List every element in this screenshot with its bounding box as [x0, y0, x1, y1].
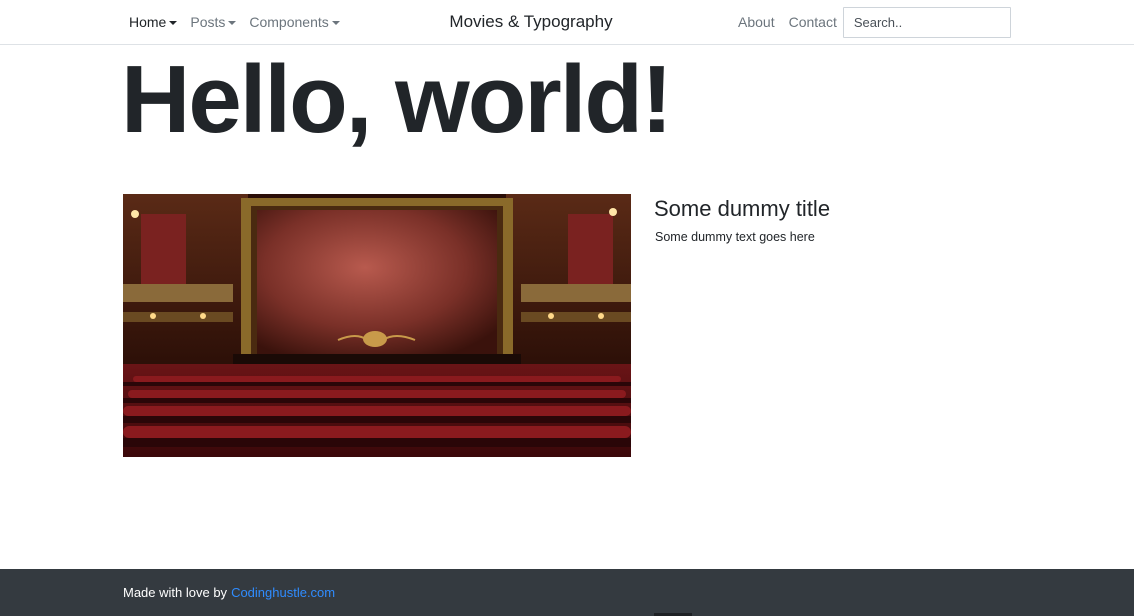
nav-contact-link[interactable]: Contact	[789, 14, 837, 30]
nav-posts-dropdown[interactable]: Posts	[190, 14, 237, 30]
nav-home-dropdown[interactable]: Home	[129, 14, 178, 30]
nav-about-link[interactable]: About	[738, 14, 775, 30]
search-input[interactable]	[842, 6, 1011, 38]
chevron-down-icon	[169, 20, 178, 25]
chevron-down-icon	[228, 20, 237, 25]
footer: Made with love by Codinghustle.com	[0, 569, 1134, 616]
nav-posts-label: Posts	[190, 14, 226, 30]
top-navbar: Home Posts Components Movies & Typograph…	[0, 0, 1134, 45]
theater-illustration	[123, 194, 631, 457]
nav-home-label: Home	[129, 14, 167, 30]
footer-text: Made with love by	[123, 585, 228, 600]
nav-components-label: Components	[249, 14, 329, 30]
footer-link[interactable]: Codinghustle.com	[231, 585, 335, 600]
card-title: Some dummy title	[654, 196, 831, 221]
theater-image	[123, 194, 631, 457]
card-text: Some dummy text goes here	[655, 230, 815, 244]
page-heading: Hello, world!	[121, 46, 673, 153]
nav-components-dropdown[interactable]: Components	[249, 14, 340, 30]
chevron-down-icon	[331, 20, 340, 25]
brand-title[interactable]: Movies & Typography	[449, 12, 612, 32]
nav-right: About Contact	[738, 0, 1011, 44]
nav-left: Home Posts Components	[129, 0, 340, 44]
